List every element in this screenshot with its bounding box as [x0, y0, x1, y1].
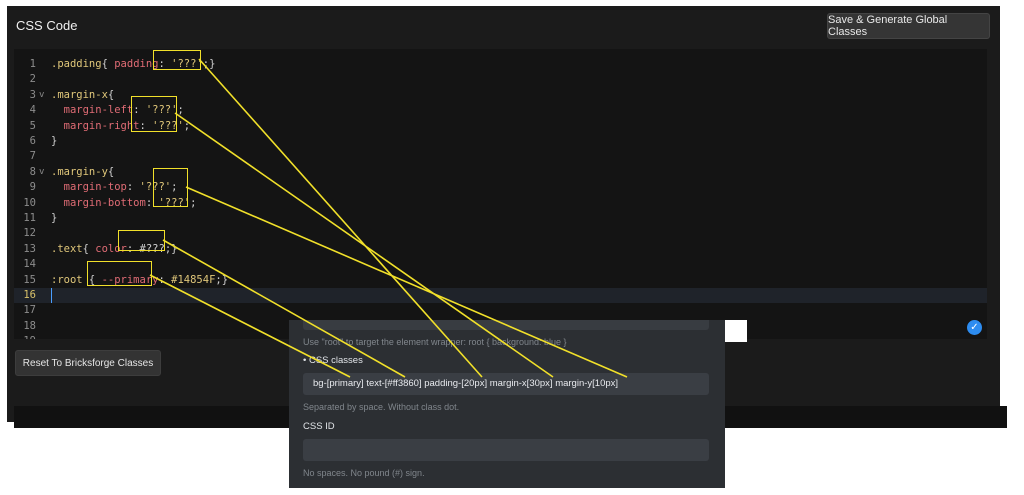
annotation-line-text-color — [162, 239, 406, 378]
annotation-lines — [149, 58, 628, 378]
annotation-line-primary-var — [149, 274, 351, 378]
annotation-line-margin-y — [185, 186, 628, 378]
annotation-line-margin-x — [174, 112, 554, 378]
annotation-line-padding — [198, 58, 483, 378]
